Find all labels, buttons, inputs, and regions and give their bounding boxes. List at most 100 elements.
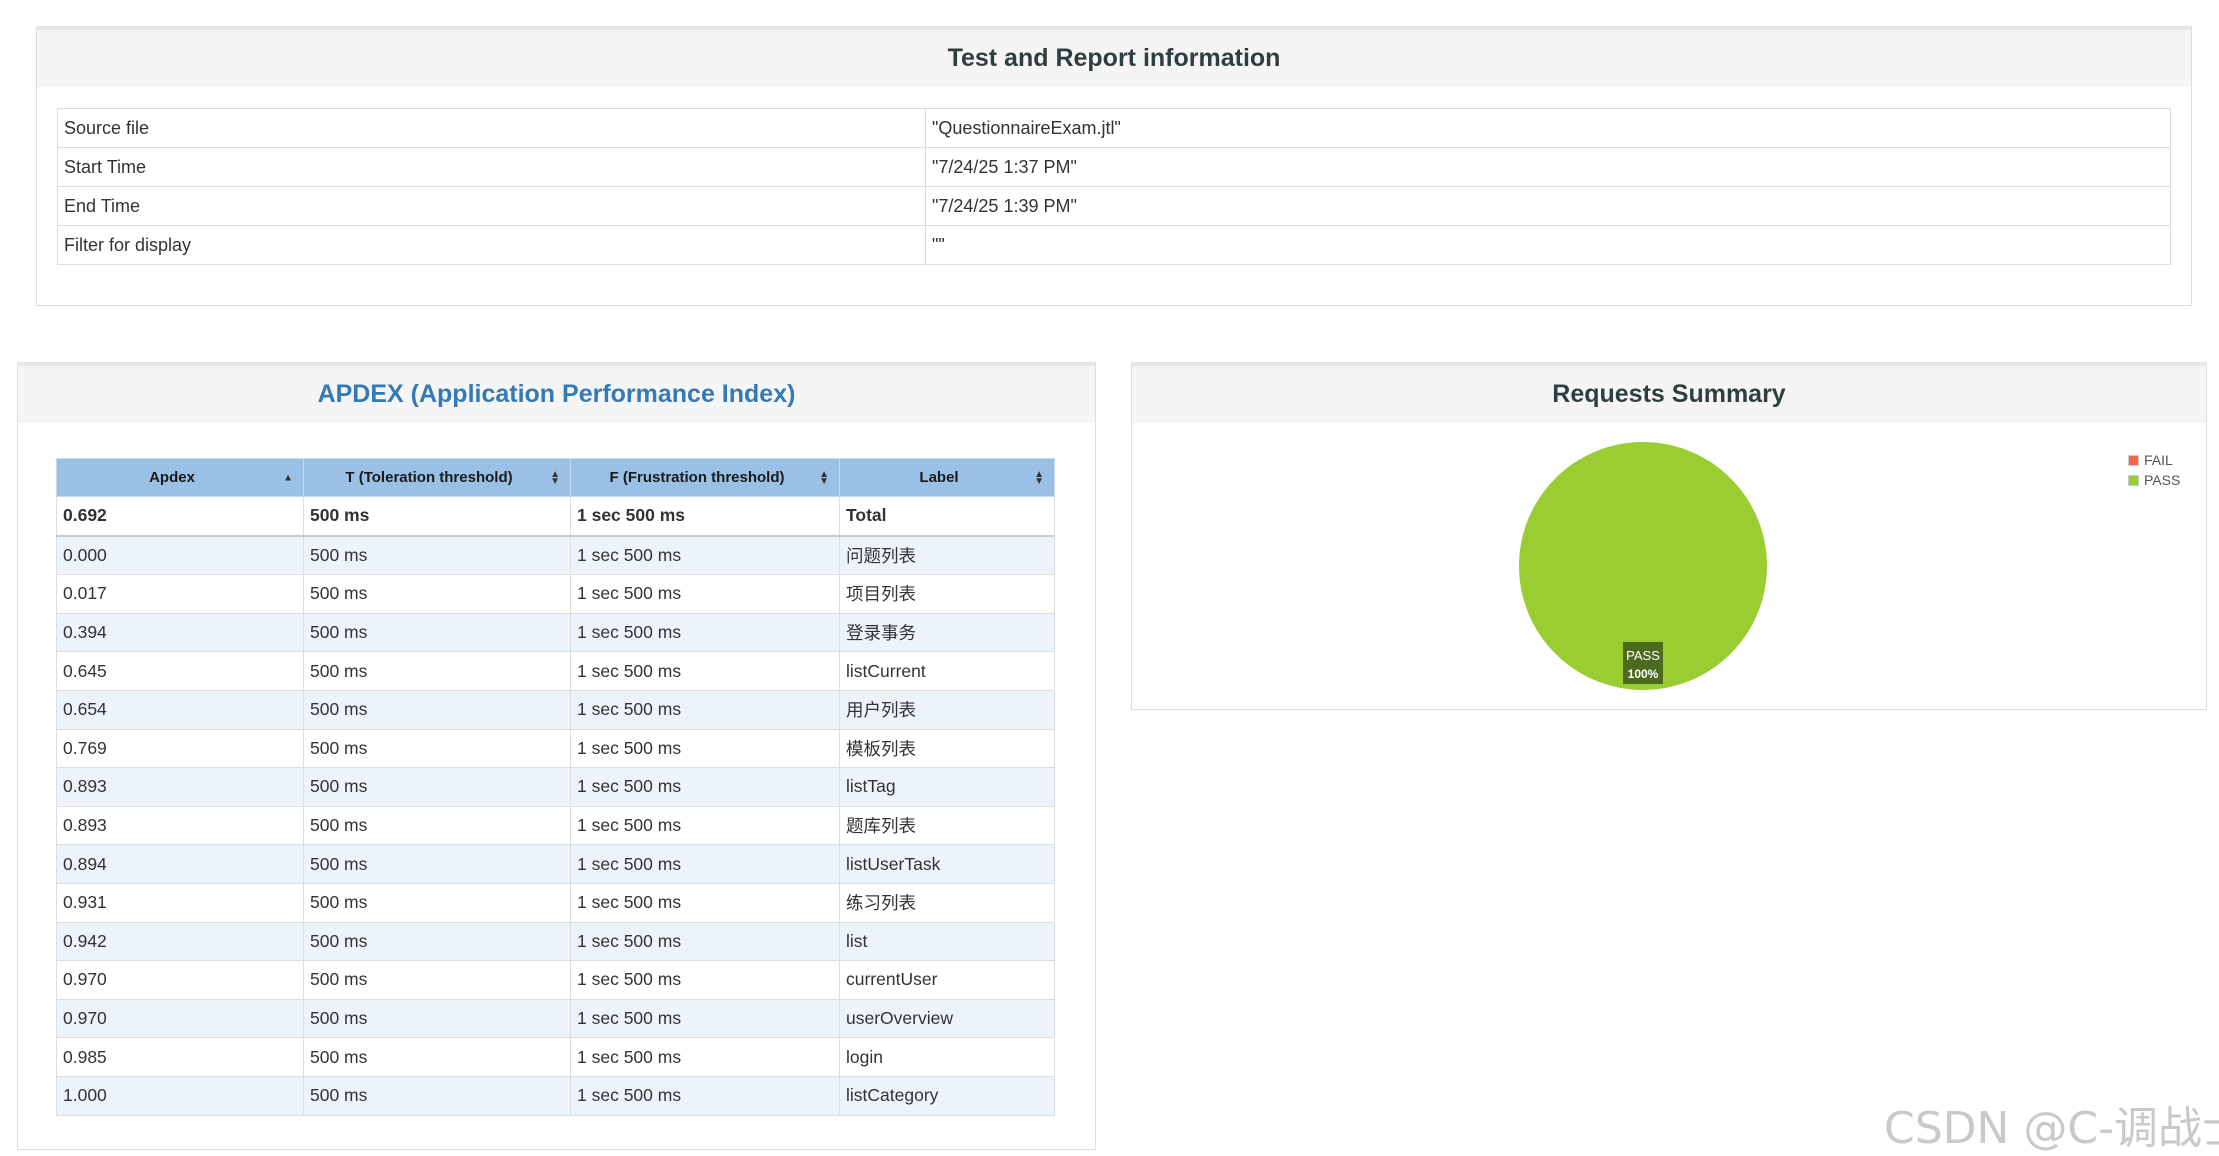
cell-frustration: 1 sec 500 ms (570, 728, 840, 769)
cell-apdex: 0.894 (56, 844, 304, 884)
sort-asc-icon: ▲ (283, 472, 293, 483)
apdex-panel-title[interactable]: APDEX (Application Performance Index) (18, 366, 1095, 423)
cell-label: listCurrent (839, 651, 1055, 691)
info-key: Start Time (57, 147, 926, 187)
cell-toleration: 500 ms (303, 612, 571, 653)
table-row: 0.893 500 ms 1 sec 500 ms listTag (56, 767, 1055, 807)
cell-frustration: 1 sec 500 ms (570, 998, 840, 1039)
table-row: 0.894 500 ms 1 sec 500 ms listUserTask (56, 844, 1055, 884)
sort-both-icon: ▲ ▼ (819, 468, 829, 487)
info-table: Source file "QuestionnaireExam.jtl" Start … (57, 108, 2171, 265)
legend-label: PASS (2144, 472, 2181, 488)
cell-toleration: 500 ms (303, 844, 571, 884)
cell-label: 练习列表 (839, 882, 1055, 923)
cell-toleration: 500 ms (303, 728, 571, 769)
cell-apdex: 0.394 (56, 612, 304, 653)
cell-label: listTag (839, 767, 1055, 807)
cell-label: 登录事务 (839, 612, 1055, 653)
cell-apdex: 0.017 (56, 574, 304, 614)
cell-apdex: 0.970 (56, 998, 304, 1039)
cell-label: listUserTask (839, 844, 1055, 884)
table-row: 0.931 500 ms 1 sec 500 ms 练习列表 (56, 882, 1055, 923)
pie-label-name: PASS (1626, 648, 1660, 663)
cell-frustration: 1 sec 500 ms (570, 882, 840, 923)
cell-apdex: 0.985 (56, 1037, 304, 1077)
header-frustration[interactable]: F (Frustration threshold) ▲ ▼ (570, 458, 840, 497)
pie-label-percent: 100% (1628, 667, 1659, 681)
table-row: 0.000 500 ms 1 sec 500 ms 问题列表 (56, 535, 1055, 576)
cell-toleration: 500 ms (303, 921, 571, 962)
info-value: "7/24/25 1:39 PM" (925, 186, 2171, 226)
sort-both-icon: ▲ ▼ (550, 468, 560, 487)
cell-frustration: 1 sec 500 ms (570, 689, 840, 730)
cell-frustration: 1 sec 500 ms (570, 574, 840, 614)
cell-apdex: 0.893 (56, 805, 304, 846)
total-frustration: 1 sec 500 ms (570, 495, 840, 537)
cell-toleration: 500 ms (303, 960, 571, 1000)
cell-label: currentUser (839, 960, 1055, 1000)
info-key: End Time (57, 186, 926, 226)
cell-label: userOverview (839, 998, 1055, 1039)
cell-label: 题库列表 (839, 805, 1055, 846)
cell-frustration: 1 sec 500 ms (570, 805, 840, 846)
table-row: 0.017 500 ms 1 sec 500 ms 项目列表 (56, 574, 1055, 614)
cell-frustration: 1 sec 500 ms (570, 767, 840, 807)
info-row: Source file "QuestionnaireExam.jtl" (57, 108, 2171, 148)
cell-toleration: 500 ms (303, 805, 571, 846)
header-label[interactable]: Label ▲ ▼ (839, 458, 1055, 497)
cell-frustration: 1 sec 500 ms (570, 612, 840, 653)
cell-toleration: 500 ms (303, 651, 571, 691)
table-row: 0.970 500 ms 1 sec 500 ms userOverview (56, 998, 1055, 1039)
cell-toleration: 500 ms (303, 574, 571, 614)
legend-swatch (2128, 454, 2139, 466)
apdex-table: Apdex ▲ T (Toleration threshold) ▲ ▼ F (F… (56, 458, 1055, 1116)
pie-slice-label: PASS 100% (1623, 642, 1663, 684)
cell-apdex: 0.893 (56, 767, 304, 807)
info-row: Start Time "7/24/25 1:37 PM" (57, 147, 2171, 187)
info-value: "QuestionnaireExam.jtl" (925, 108, 2171, 148)
header-apdex[interactable]: Apdex ▲ (56, 458, 304, 497)
table-row: 1.000 500 ms 1 sec 500 ms listCategory (56, 1075, 1055, 1116)
apdex-total-row: 0.692 500 ms 1 sec 500 ms Total (56, 495, 1055, 537)
table-row: 0.769 500 ms 1 sec 500 ms 模板列表 (56, 728, 1055, 769)
cell-toleration: 500 ms (303, 882, 571, 923)
info-row: End Time "7/24/25 1:39 PM" (57, 186, 2171, 226)
header-frustration-label: F (Frustration threshold) (609, 469, 785, 486)
info-key: Filter for display (57, 225, 926, 265)
legend-label: FAIL (2144, 452, 2173, 468)
cell-apdex: 0.970 (56, 960, 304, 1000)
cell-apdex: 0.654 (56, 689, 304, 730)
info-value: "" (925, 225, 2171, 265)
cell-label: 项目列表 (839, 574, 1055, 614)
table-row: 0.893 500 ms 1 sec 500 ms 题库列表 (56, 805, 1055, 846)
total-label: Total (839, 495, 1055, 537)
watermark-text: CSDN @C-调战士 (1884, 1103, 2219, 1154)
table-row: 0.970 500 ms 1 sec 500 ms currentUser (56, 960, 1055, 1000)
header-toleration[interactable]: T (Toleration threshold) ▲ ▼ (303, 458, 571, 497)
legend-item-pass[interactable]: PASS (2128, 470, 2180, 490)
cell-label: 模板列表 (839, 728, 1055, 769)
legend-item-fail[interactable]: FAIL (2128, 450, 2180, 470)
total-apdex: 0.692 (56, 495, 304, 537)
cell-label: login (839, 1037, 1055, 1077)
cell-apdex: 0.942 (56, 921, 304, 962)
cell-frustration: 1 sec 500 ms (570, 535, 840, 576)
cell-apdex: 0.645 (56, 651, 304, 691)
cell-toleration: 500 ms (303, 767, 571, 807)
legend-swatch (2128, 474, 2139, 486)
table-row: 0.394 500 ms 1 sec 500 ms 登录事务 (56, 612, 1055, 653)
table-row: 0.645 500 ms 1 sec 500 ms listCurrent (56, 651, 1055, 691)
cell-frustration: 1 sec 500 ms (570, 1075, 840, 1116)
info-panel-title: Test and Report information (37, 30, 2191, 87)
header-label-label: Label (919, 469, 959, 486)
cell-toleration: 500 ms (303, 535, 571, 576)
header-toleration-label: T (Toleration threshold) (345, 469, 513, 486)
info-key: Source file (57, 108, 926, 148)
cell-toleration: 500 ms (303, 1075, 571, 1116)
chart-legend: FAIL PASS (2128, 450, 2180, 490)
cell-frustration: 1 sec 500 ms (570, 1037, 840, 1077)
cell-label: listCategory (839, 1075, 1055, 1116)
cell-label: list (839, 921, 1055, 962)
sort-both-icon: ▲ ▼ (1034, 468, 1044, 487)
info-value: "7/24/25 1:37 PM" (925, 147, 2171, 187)
